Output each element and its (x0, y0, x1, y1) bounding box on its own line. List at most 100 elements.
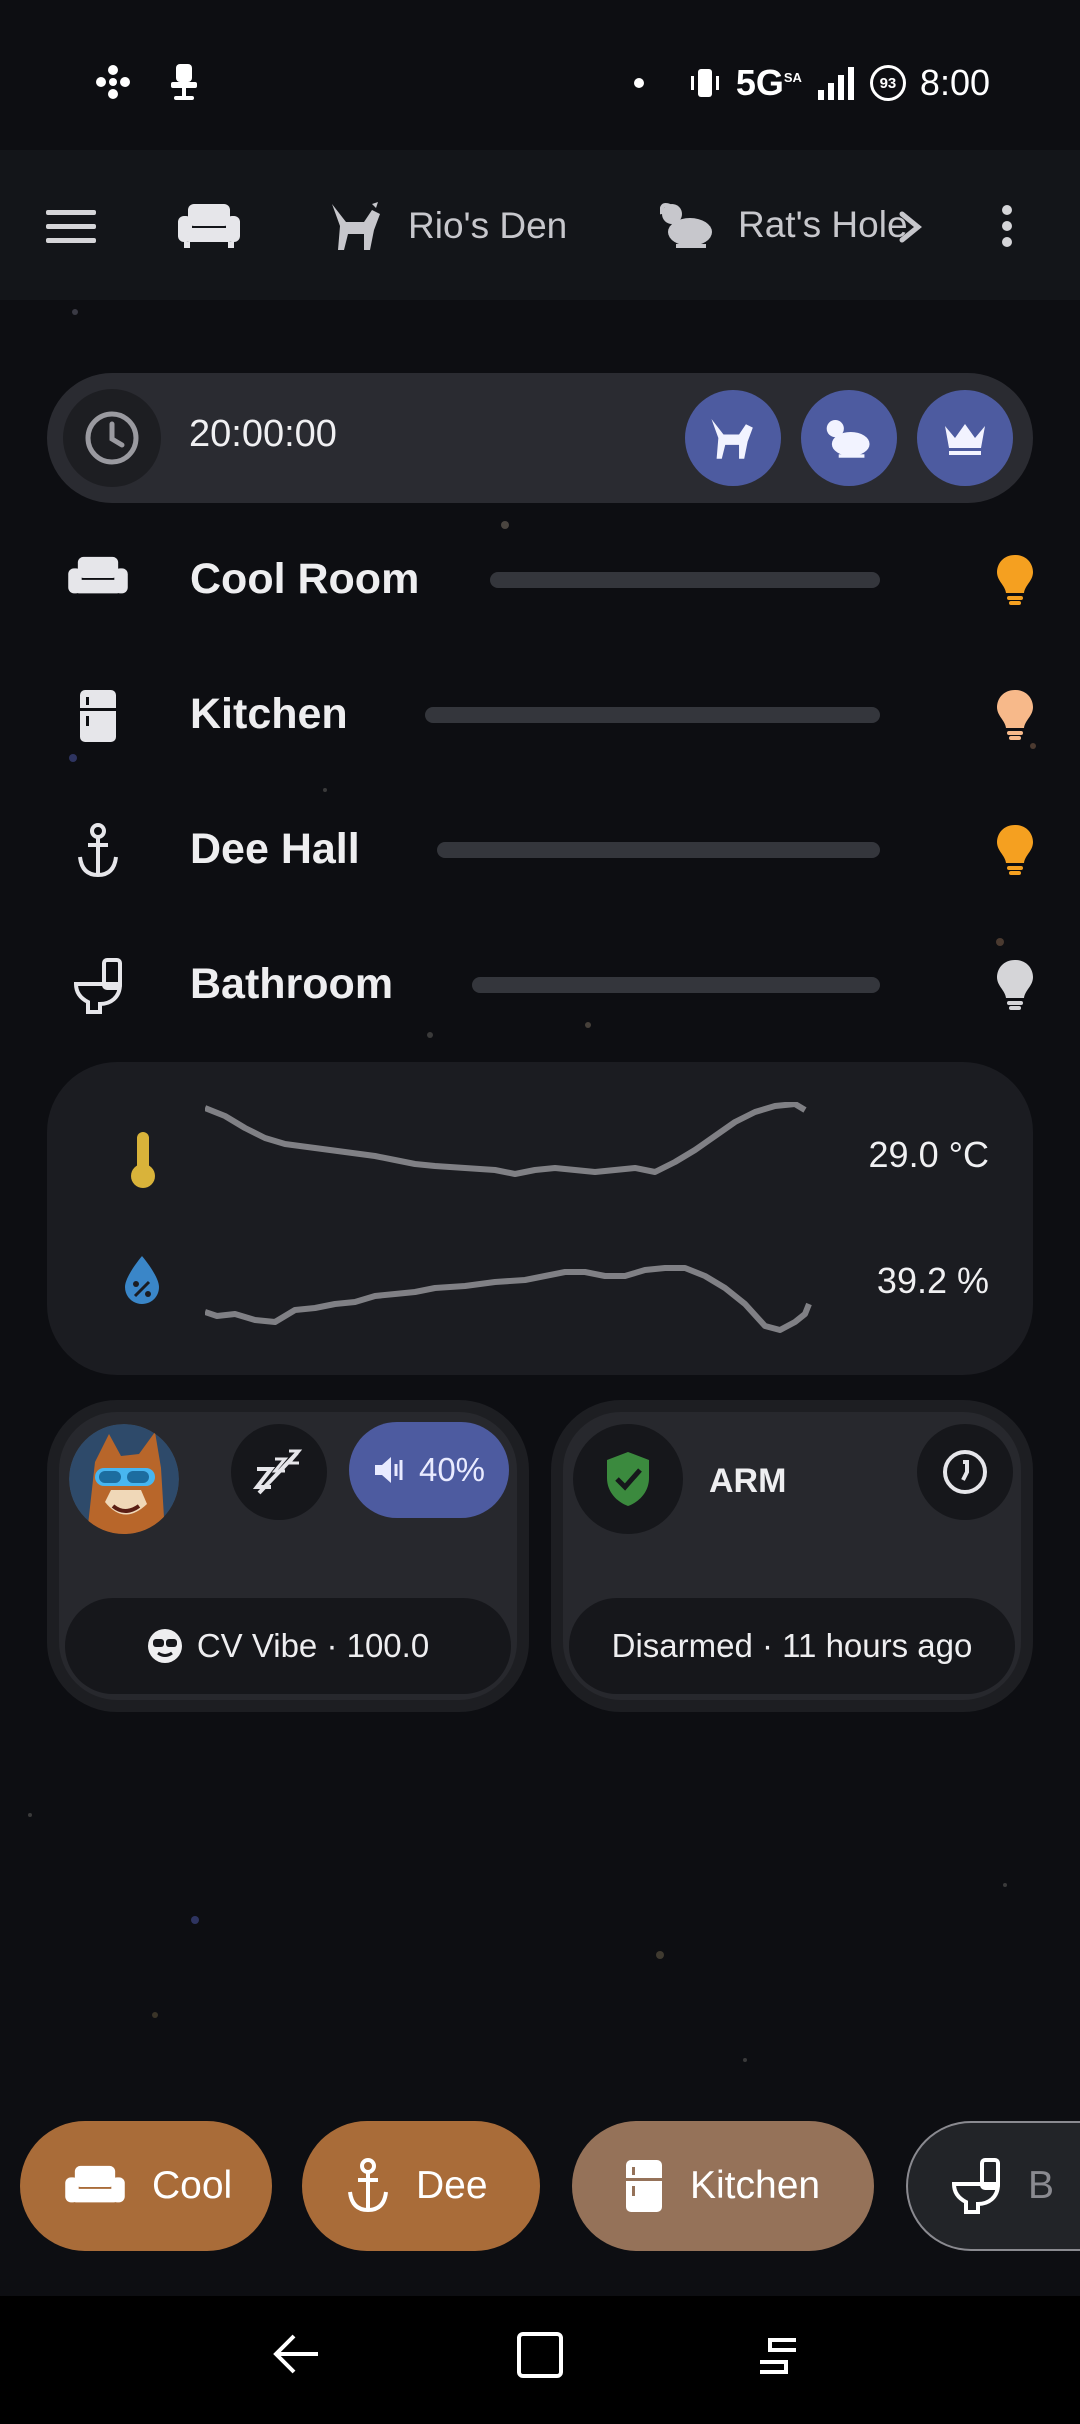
signal-icon (817, 67, 854, 100)
anchor-icon (76, 823, 120, 884)
vibe-label: CV Vibe · 100.0 (196, 1627, 430, 1664)
alarm-status-pill[interactable]: Disarmed · 11 hours ago (569, 1598, 1015, 1694)
arm-label: ARM (709, 1462, 787, 1500)
brightness-slider[interactable] (425, 707, 880, 723)
room-label: Kitchen (190, 690, 348, 738)
alarm-card[interactable]: ARM Disarmed · 11 hours ago (551, 1400, 1033, 1712)
lightbulb-icon (997, 555, 1033, 605)
room-row-kitchen[interactable]: Kitchen (0, 660, 1080, 770)
temperature-value: 29.0 °C (868, 1134, 989, 1175)
rat-icon (826, 420, 870, 458)
volume-level: 40% (418, 1451, 486, 1488)
notification-dot-icon (633, 78, 644, 88)
lightbulb-icon (997, 825, 1033, 875)
avatar[interactable] (69, 1424, 179, 1534)
lightbulb-toggle[interactable] (992, 551, 1038, 612)
sofa-icon (178, 204, 240, 248)
rio-scene-button[interactable] (685, 390, 781, 486)
sleep-toggle-button[interactable] (231, 1424, 327, 1520)
chip-bathroom[interactable]: B (906, 2121, 1080, 2251)
sleep-off-icon (253, 1449, 303, 1495)
room-label: Cool Room (190, 555, 420, 603)
back-arrow-icon (273, 2334, 318, 2374)
alarm-action-button[interactable] (917, 1424, 1013, 1520)
temperature-sparkline (205, 1102, 807, 1177)
thermometer-icon (127, 1130, 159, 1195)
clock-time-label: 20:00:00 (189, 413, 337, 455)
lightbulb-toggle[interactable] (992, 821, 1038, 882)
humidity-sparkline (205, 1265, 812, 1333)
battery-icon: 93 (869, 65, 906, 101)
system-nav-bar (0, 2296, 1080, 2424)
lightbulb-toggle[interactable] (992, 686, 1038, 747)
chip-dee[interactable]: Dee (302, 2121, 540, 2251)
crown-scene-button[interactable] (917, 390, 1013, 486)
sofa-icon (65, 2165, 125, 2203)
office-chair-icon (171, 64, 197, 100)
clock-time: 8:00 (919, 62, 990, 103)
tab-rios-den[interactable]: Rio's Den (328, 200, 567, 252)
clock-pill: 20:00:00 (47, 373, 1033, 503)
history-icon (943, 1450, 987, 1494)
brightness-slider[interactable] (490, 572, 880, 588)
media-card[interactable]: 40% CV Vibe · 100.0 (47, 1400, 529, 1712)
room-row-cool-room[interactable]: Cool Room (0, 525, 1080, 635)
network-superscript: SA (783, 70, 802, 85)
chip-label: B (1028, 2164, 1055, 2207)
volume-icon (374, 1457, 403, 1483)
home-button[interactable] (515, 2330, 565, 2385)
dog-icon (332, 202, 380, 250)
tab-label: Rio's Den (408, 205, 568, 246)
shield-check-icon (607, 1452, 649, 1506)
recents-button[interactable] (756, 2334, 800, 2383)
alarm-status-text: Disarmed · 11 hours ago (611, 1627, 973, 1664)
lightbulb-icon (997, 960, 1033, 1010)
room-row-bathroom[interactable]: Bathroom (0, 930, 1080, 1040)
volume-button[interactable]: 40% (349, 1422, 509, 1518)
rat-scene-button[interactable] (801, 390, 897, 486)
chip-label: Dee (416, 2164, 488, 2207)
brightness-slider[interactable] (472, 977, 880, 993)
clock-icon-button[interactable] (63, 389, 161, 487)
scroll-arrow-icon[interactable] (898, 210, 926, 249)
rat-icon (660, 203, 712, 248)
shield-button[interactable] (573, 1424, 683, 1534)
chip-label: Kitchen (690, 2164, 821, 2207)
tab-rats-hole[interactable]: Rat's Hole (660, 200, 908, 250)
status-bar: 5GSA 93 8:00 (0, 0, 1080, 140)
hamburger-icon (46, 210, 96, 243)
sunglasses-icon (147, 1629, 182, 1663)
chip-cool[interactable]: Cool (20, 2121, 272, 2251)
dog-icon (711, 419, 753, 459)
crown-icon (945, 424, 985, 455)
humidity-icon (121, 1254, 163, 1311)
recents-icon (760, 2338, 796, 2374)
brightness-slider[interactable] (437, 842, 880, 858)
environment-card[interactable]: 29.0 °C 39.2 % (47, 1062, 1033, 1375)
fridge-icon (626, 2160, 662, 2212)
lightbulb-toggle[interactable] (992, 956, 1038, 1017)
network-type: 5GSA (736, 62, 802, 104)
status-left-icons (95, 62, 199, 102)
more-vert-icon (1002, 205, 1012, 247)
battery-level: 93 (879, 74, 897, 92)
humidity-value: 39.2 % (876, 1260, 989, 1301)
anchor-icon (348, 2158, 388, 2213)
home-tab[interactable] (178, 200, 240, 255)
room-label: Bathroom (190, 960, 394, 1008)
vibrate-icon (690, 69, 719, 97)
fridge-icon (78, 688, 118, 749)
clock-icon (85, 411, 139, 465)
back-button[interactable] (272, 2332, 322, 2381)
menu-button[interactable] (46, 208, 96, 249)
room-label: Dee Hall (190, 825, 360, 873)
toilet-icon (952, 2158, 1001, 2214)
room-row-dee-hall[interactable]: Dee Hall (0, 795, 1080, 905)
sofa-icon (68, 553, 128, 606)
home-square-icon (517, 2332, 563, 2378)
overflow-menu-button[interactable] (1000, 204, 1014, 253)
vibe-pill[interactable]: CV Vibe · 100.0 (65, 1598, 511, 1694)
fan-icon (96, 65, 130, 99)
chip-kitchen[interactable]: Kitchen (572, 2121, 874, 2251)
top-nav: Rio's Den Rat's Hole (0, 150, 1080, 300)
